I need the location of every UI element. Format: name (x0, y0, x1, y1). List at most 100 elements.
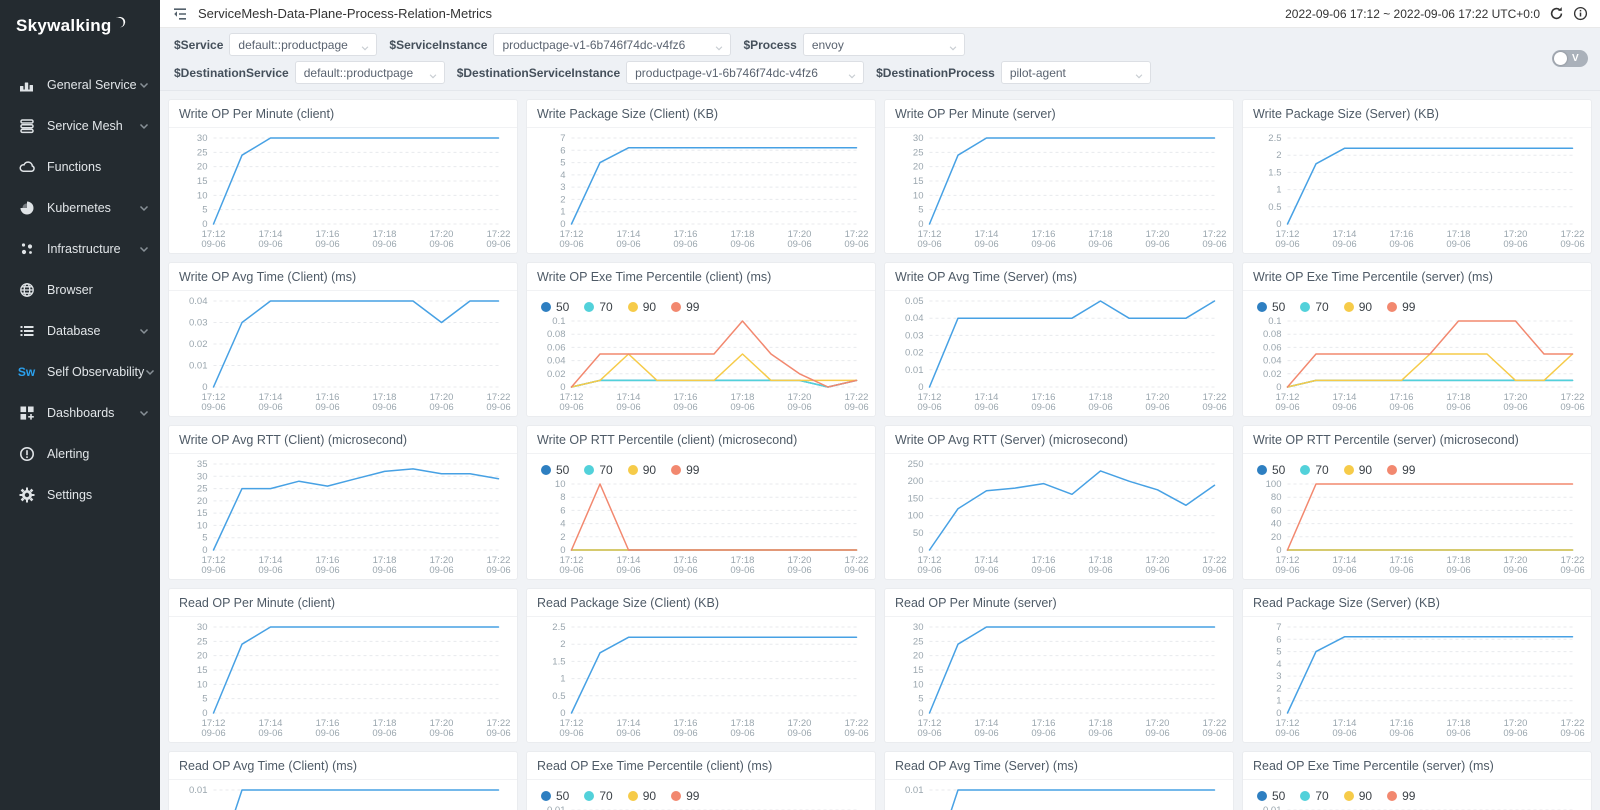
destination-process-select[interactable]: pilot-agent (1001, 61, 1151, 84)
legend-item-p90[interactable]: 90 (1344, 300, 1372, 314)
chart-title: Read OP Exe Time Percentile (server) (ms… (1243, 752, 1591, 780)
destination-service-select[interactable]: default::productpage (295, 61, 445, 84)
sidebar-item-settings[interactable]: Settings (0, 474, 160, 515)
sidebar-item-functions[interactable]: Functions (0, 146, 160, 187)
chevron-down-icon (138, 202, 150, 214)
legend-item-p50[interactable]: 50 (1257, 789, 1285, 803)
sidebar-item-kubernetes[interactable]: Kubernetes (0, 187, 160, 228)
filter-bar: $Servicedefault::productpage$ServiceInst… (160, 28, 1600, 91)
sidebar-item-browser[interactable]: Browser (0, 269, 160, 310)
legend-item-p70[interactable]: 70 (1300, 789, 1328, 803)
sidebar-item-alerting[interactable]: Alerting (0, 433, 160, 474)
legend-item-p70[interactable]: 70 (584, 789, 612, 803)
sidebar-item-database[interactable]: Database (0, 310, 160, 351)
svg-text:09-06: 09-06 (258, 239, 282, 250)
legend-item-p50[interactable]: 50 (1257, 463, 1285, 477)
refresh-icon[interactable] (1549, 6, 1564, 21)
svg-text:4: 4 (560, 170, 565, 181)
topbar-right: 2022-09-06 17:12 ~ 2022-09-06 17:22 UTC+… (1285, 6, 1588, 21)
svg-text:0.02: 0.02 (189, 339, 208, 350)
svg-text:09-06: 09-06 (673, 402, 697, 413)
chevron-down-icon (138, 325, 150, 337)
svg-text:0.06: 0.06 (547, 342, 566, 353)
svg-text:09-06: 09-06 (1275, 565, 1299, 576)
legend-item-p70[interactable]: 70 (584, 300, 612, 314)
chart-plot: 00.511.522.517:1209-0617:1409-0617:1609-… (527, 617, 875, 741)
sidebar-item-infrastructure[interactable]: Infrastructure (0, 228, 160, 269)
time-range-picker[interactable]: 2022-09-06 17:12 ~ 2022-09-06 17:22 UTC+… (1285, 7, 1540, 21)
svg-text:6: 6 (560, 505, 565, 516)
view-mode-toggle[interactable]: V (1552, 50, 1588, 67)
svg-text:2.5: 2.5 (552, 622, 565, 633)
legend-item-p70[interactable]: 70 (1300, 463, 1328, 477)
legend-item-p90[interactable]: 90 (628, 463, 656, 477)
chart-plot: 05101520253017:1209-0617:1409-0617:1609-… (169, 617, 517, 741)
sidebar-item-general-service[interactable]: General Service (0, 64, 160, 105)
legend-item-p90[interactable]: 90 (628, 300, 656, 314)
svg-text:09-06: 09-06 (429, 565, 453, 576)
chart-card-write-package-size-client-kb: Write Package Size (Client) (KB)01234567… (526, 99, 876, 254)
info-icon[interactable] (1573, 6, 1588, 21)
legend-dot-icon (541, 302, 551, 312)
svg-text:09-06: 09-06 (673, 728, 697, 739)
destination-service-instance-select[interactable]: productpage-v1-6b746f74dc-v4fz6 (626, 61, 864, 84)
legend-label: 99 (686, 463, 699, 477)
service-select[interactable]: default::productpage (229, 33, 377, 56)
svg-text:15: 15 (197, 176, 208, 187)
svg-text:5: 5 (202, 205, 207, 216)
svg-text:10: 10 (197, 520, 208, 531)
svg-text:09-06: 09-06 (787, 402, 811, 413)
legend-item-p70[interactable]: 70 (584, 463, 612, 477)
legend-item-p50[interactable]: 50 (541, 463, 569, 477)
legend-item-p99[interactable]: 99 (671, 300, 699, 314)
sidebar-item-label: Functions (47, 160, 150, 174)
svg-text:2: 2 (560, 532, 565, 543)
dashboard-main: Write OP Per Minute (client)051015202530… (160, 91, 1600, 810)
svg-text:10: 10 (197, 190, 208, 201)
sidebar-item-label: Alerting (47, 447, 150, 461)
sidebar-item-self-observability[interactable]: SwSelf Observability (0, 351, 160, 392)
legend-dot-icon (671, 302, 681, 312)
legend-item-p90[interactable]: 90 (1344, 463, 1372, 477)
legend-item-p50[interactable]: 50 (1257, 300, 1285, 314)
svg-text:09-06: 09-06 (1088, 565, 1112, 576)
skywalking-logo[interactable]: Skywalking (0, 0, 160, 50)
svg-text:1.5: 1.5 (1268, 167, 1281, 178)
svg-text:09-06: 09-06 (1446, 239, 1470, 250)
service-instance-select[interactable]: productpage-v1-6b746f74dc-v4fz6 (493, 33, 731, 56)
svg-text:4: 4 (560, 519, 565, 530)
svg-text:0.06: 0.06 (1263, 342, 1282, 353)
chart-plot: 00.010.020.030.0417:1209-0617:1409-0617:… (169, 291, 517, 415)
filter-label-destination-service-instance: $DestinationServiceInstance (457, 66, 620, 80)
charts-grid: Write OP Per Minute (client)051015202530… (168, 99, 1592, 810)
svg-text:0.03: 0.03 (189, 318, 208, 329)
legend-item-p90[interactable]: 90 (628, 789, 656, 803)
chart-card-write-op-per-minute-server: Write OP Per Minute (server)051015202530… (884, 99, 1234, 254)
svg-text:7: 7 (1276, 622, 1281, 633)
legend-item-p99[interactable]: 99 (671, 789, 699, 803)
legend-dot-icon (671, 465, 681, 475)
svg-text:1: 1 (560, 674, 565, 685)
chevron-down-icon (138, 79, 150, 91)
legend-item-p99[interactable]: 99 (1387, 789, 1415, 803)
svg-text:09-06: 09-06 (486, 728, 510, 739)
legend-item-p70[interactable]: 70 (1300, 300, 1328, 314)
collapse-menu-icon[interactable] (172, 6, 188, 22)
chart-plot: 00.0117:1209-0617:1409-0617:1609-0617:18… (885, 780, 1233, 810)
legend-item-p99[interactable]: 99 (671, 463, 699, 477)
svg-text:09-06: 09-06 (787, 239, 811, 250)
process-select[interactable]: envoy (803, 33, 965, 56)
legend-item-p90[interactable]: 90 (1344, 789, 1372, 803)
sidebar-item-service-mesh[interactable]: Service Mesh (0, 105, 160, 146)
legend-item-p99[interactable]: 99 (1387, 300, 1415, 314)
sw-logo-icon: Sw (18, 363, 35, 380)
legend-dot-icon (628, 791, 638, 801)
chart-title: Read OP Avg Time (Client) (ms) (169, 752, 517, 780)
legend-dot-icon (1300, 465, 1310, 475)
chart-legend: 50 70 90 99 (527, 454, 875, 478)
legend-item-p50[interactable]: 50 (541, 300, 569, 314)
legend-item-p99[interactable]: 99 (1387, 463, 1415, 477)
svg-text:09-06: 09-06 (258, 402, 282, 413)
legend-item-p50[interactable]: 50 (541, 789, 569, 803)
sidebar-item-dashboards[interactable]: Dashboards (0, 392, 160, 433)
